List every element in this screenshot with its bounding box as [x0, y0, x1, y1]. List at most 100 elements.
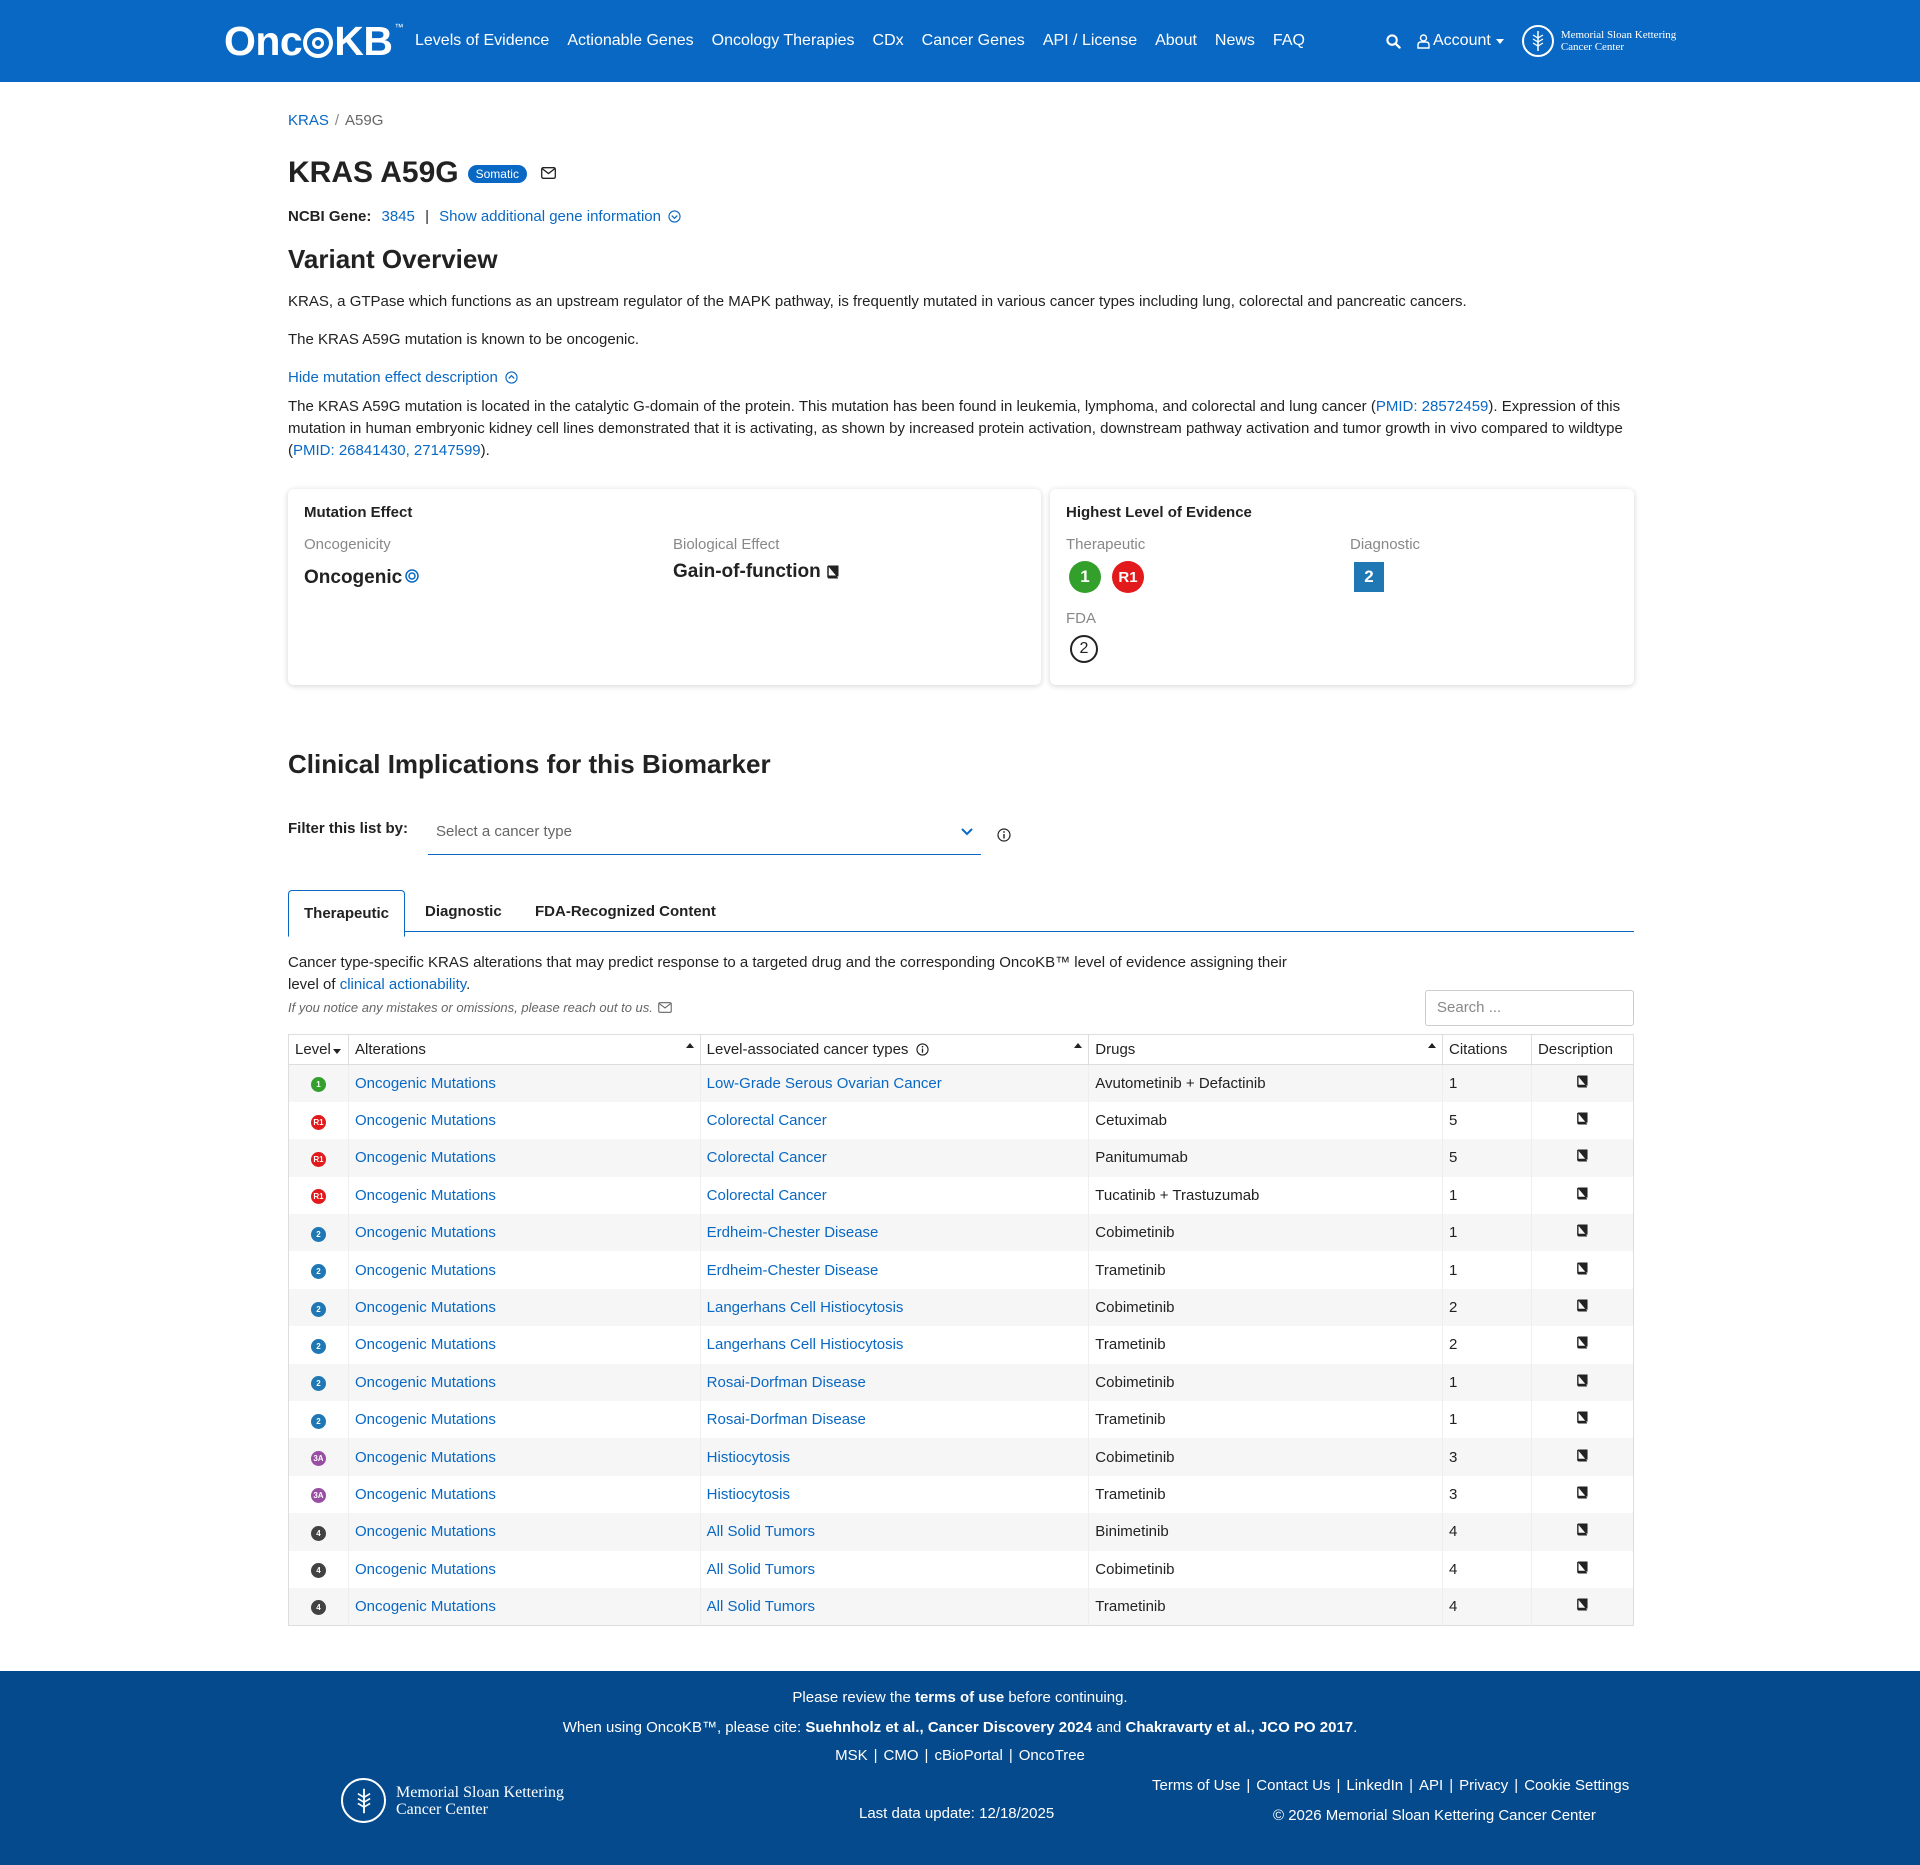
- msk-logo[interactable]: Memorial Sloan Kettering Cancer Center: [1521, 25, 1676, 57]
- tab-diagnostic[interactable]: Diagnostic: [410, 890, 517, 932]
- book-icon[interactable]: [826, 565, 839, 579]
- therapeutic-level-r1-icon[interactable]: R1: [1112, 561, 1144, 593]
- alteration-link[interactable]: Oncogenic Mutations: [355, 1262, 496, 1279]
- ncbi-gene-link[interactable]: 3845: [382, 208, 415, 225]
- cancer-type-select[interactable]: Select a cancer type: [428, 810, 981, 855]
- info-icon[interactable]: [915, 1043, 929, 1056]
- nav-about[interactable]: About: [1155, 32, 1197, 50]
- mail-icon[interactable]: [541, 167, 556, 179]
- cancer-type-link[interactable]: Histiocytosis: [707, 1449, 790, 1466]
- cancer-type-link[interactable]: All Solid Tumors: [707, 1598, 815, 1615]
- cancer-type-link[interactable]: Low-Grade Serous Ovarian Cancer: [707, 1075, 942, 1092]
- book-icon[interactable]: [1576, 1449, 1589, 1462]
- alteration-link[interactable]: Oncogenic Mutations: [355, 1224, 496, 1241]
- cancer-type-link[interactable]: Langerhans Cell Histiocytosis: [707, 1299, 904, 1316]
- nav-actionable-genes[interactable]: Actionable Genes: [567, 32, 693, 50]
- fda-level-2-icon[interactable]: 2: [1070, 635, 1098, 663]
- alteration-link[interactable]: Oncogenic Mutations: [355, 1411, 496, 1428]
- footer-link-msk[interactable]: MSK: [835, 1747, 868, 1764]
- footer-link-cmo[interactable]: CMO: [884, 1747, 919, 1764]
- search-icon[interactable]: [1386, 33, 1401, 49]
- alteration-link[interactable]: Oncogenic Mutations: [355, 1449, 496, 1466]
- level-badge-icon[interactable]: 4: [310, 1563, 326, 1579]
- cancer-type-link[interactable]: All Solid Tumors: [707, 1523, 815, 1540]
- level-badge-icon[interactable]: 3A: [310, 1488, 326, 1504]
- footer-msk-logo[interactable]: Memorial Sloan Kettering Cancer Center: [341, 1778, 564, 1823]
- clinical-actionability-link[interactable]: clinical actionability: [340, 976, 466, 993]
- cancer-type-link[interactable]: Erdheim-Chester Disease: [707, 1224, 879, 1241]
- book-icon[interactable]: [1576, 1149, 1589, 1162]
- mail-icon[interactable]: [658, 1002, 672, 1013]
- oncokb-logo[interactable]: Onc KB ™: [224, 17, 403, 65]
- table-search-input[interactable]: Search ...: [1425, 990, 1634, 1026]
- cancer-type-link[interactable]: Langerhans Cell Histiocytosis: [707, 1336, 904, 1353]
- col-level[interactable]: Level: [288, 1034, 349, 1065]
- nav-cdx[interactable]: CDx: [873, 32, 904, 50]
- pmid-link-2[interactable]: PMID: 26841430, 27147599: [293, 442, 481, 459]
- footer-link-cbioportal[interactable]: cBioPortal: [934, 1747, 1002, 1764]
- alteration-link[interactable]: Oncogenic Mutations: [355, 1149, 496, 1166]
- level-badge-icon[interactable]: 2: [310, 1226, 326, 1242]
- citation-link-1[interactable]: Suehnholz et al., Cancer Discovery 2024: [805, 1719, 1092, 1736]
- level-badge-icon[interactable]: 2: [310, 1376, 326, 1392]
- alteration-link[interactable]: Oncogenic Mutations: [355, 1299, 496, 1316]
- book-icon[interactable]: [1576, 1262, 1589, 1275]
- nav-oncology-therapies[interactable]: Oncology Therapies: [712, 32, 855, 50]
- level-badge-icon[interactable]: 3A: [310, 1451, 326, 1467]
- book-icon[interactable]: [1576, 1336, 1589, 1349]
- show-gene-info-link[interactable]: Show additional gene information: [439, 208, 681, 225]
- book-icon[interactable]: [1576, 1374, 1589, 1387]
- alteration-link[interactable]: Oncogenic Mutations: [355, 1187, 496, 1204]
- cancer-type-link[interactable]: Rosai-Dorfman Disease: [707, 1374, 866, 1391]
- footer-link-api[interactable]: API: [1419, 1777, 1443, 1794]
- col-alterations[interactable]: Alterations: [348, 1034, 701, 1065]
- alteration-link[interactable]: Oncogenic Mutations: [355, 1075, 496, 1092]
- cancer-type-link[interactable]: Histiocytosis: [707, 1486, 790, 1503]
- footer-link-linkedin[interactable]: LinkedIn: [1346, 1777, 1403, 1794]
- book-icon[interactable]: [1576, 1075, 1589, 1088]
- book-icon[interactable]: [1576, 1411, 1589, 1424]
- footer-link-cookie-settings[interactable]: Cookie Settings: [1524, 1777, 1629, 1794]
- alteration-link[interactable]: Oncogenic Mutations: [355, 1336, 496, 1353]
- therapeutic-level-1-icon[interactable]: 1: [1069, 561, 1101, 593]
- level-badge-icon[interactable]: 2: [310, 1338, 326, 1354]
- col-cancer-types[interactable]: Level-associated cancer types: [700, 1034, 1090, 1065]
- book-icon[interactable]: [1576, 1486, 1589, 1499]
- tab-fda-recognized-content[interactable]: FDA-Recognized Content: [520, 890, 731, 932]
- citation-link-2[interactable]: Chakravarty et al., JCO PO 2017: [1126, 1719, 1354, 1736]
- level-badge-icon[interactable]: 2: [310, 1413, 326, 1429]
- cancer-type-link[interactable]: All Solid Tumors: [707, 1561, 815, 1578]
- book-icon[interactable]: [1576, 1187, 1589, 1200]
- nav-api-license[interactable]: API / License: [1043, 32, 1137, 50]
- diagnostic-level-2-icon[interactable]: 2: [1354, 562, 1384, 592]
- col-citations[interactable]: Citations: [1442, 1034, 1532, 1065]
- cancer-type-link[interactable]: Colorectal Cancer: [707, 1112, 827, 1129]
- account-dropdown[interactable]: Account: [1417, 32, 1504, 50]
- pmid-link-1[interactable]: PMID: 28572459: [1376, 398, 1489, 415]
- book-icon[interactable]: [1576, 1224, 1589, 1237]
- level-badge-icon[interactable]: R1: [310, 1114, 326, 1130]
- alteration-link[interactable]: Oncogenic Mutations: [355, 1374, 496, 1391]
- level-badge-icon[interactable]: 2: [310, 1301, 326, 1317]
- level-badge-icon[interactable]: R1: [310, 1189, 326, 1205]
- nav-faq[interactable]: FAQ: [1273, 32, 1305, 50]
- terms-of-use-link[interactable]: terms of use: [915, 1689, 1004, 1706]
- level-badge-icon[interactable]: 2: [310, 1264, 326, 1280]
- level-badge-icon[interactable]: R1: [310, 1151, 326, 1167]
- footer-link-terms[interactable]: Terms of Use: [1152, 1777, 1240, 1794]
- book-icon[interactable]: [1576, 1112, 1589, 1125]
- breadcrumb-gene-link[interactable]: KRAS: [288, 112, 329, 129]
- nav-news[interactable]: News: [1215, 32, 1255, 50]
- level-badge-icon[interactable]: 1: [310, 1077, 326, 1093]
- nav-levels-of-evidence[interactable]: Levels of Evidence: [415, 32, 549, 50]
- footer-link-contact[interactable]: Contact Us: [1256, 1777, 1330, 1794]
- cancer-type-link[interactable]: Colorectal Cancer: [707, 1149, 827, 1166]
- book-icon[interactable]: [1576, 1598, 1589, 1611]
- book-icon[interactable]: [1576, 1523, 1589, 1536]
- nav-cancer-genes[interactable]: Cancer Genes: [922, 32, 1025, 50]
- level-badge-icon[interactable]: 4: [310, 1525, 326, 1541]
- cancer-type-link[interactable]: Colorectal Cancer: [707, 1187, 827, 1204]
- cancer-type-link[interactable]: Rosai-Dorfman Disease: [707, 1411, 866, 1428]
- alteration-link[interactable]: Oncogenic Mutations: [355, 1598, 496, 1615]
- footer-link-oncotree[interactable]: OncoTree: [1019, 1747, 1085, 1764]
